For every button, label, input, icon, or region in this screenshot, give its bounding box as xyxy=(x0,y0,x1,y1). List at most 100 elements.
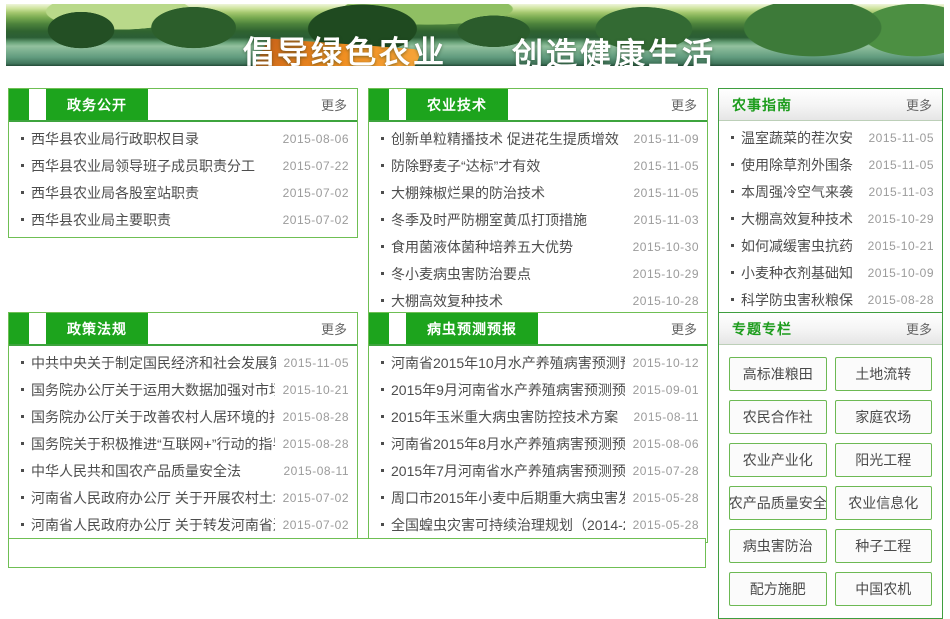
list-item[interactable]: 如何减缓害虫抗药 2015-10-21 xyxy=(729,232,934,259)
bullet-icon xyxy=(381,164,384,167)
topic-button[interactable]: 阳光工程 xyxy=(835,443,933,477)
list-item[interactable]: 大棚辣椒烂果的防治技术 2015-11-05 xyxy=(379,179,699,206)
list-item[interactable]: 食用菌液体菌种培养五大优势 2015-10-30 xyxy=(379,233,699,260)
more-link-gov-info[interactable]: 更多 xyxy=(321,95,357,114)
article-link[interactable]: 河南省2015年10月水产养殖病害预测预报 xyxy=(391,353,625,373)
list-item[interactable]: 河南省2015年8月水产养殖病害预测预报 2015-08-06 xyxy=(379,430,699,457)
more-link-pest-forecast[interactable]: 更多 xyxy=(671,319,707,338)
topic-button[interactable]: 农业信息化 xyxy=(835,486,933,520)
topic-button[interactable]: 土地流转 xyxy=(835,357,933,391)
article-link[interactable]: 国务院关于积极推进“互联网+”行动的指导 xyxy=(31,434,275,454)
article-link[interactable]: 中华人民共和国农产品质量安全法 xyxy=(31,461,276,481)
corner-notch xyxy=(369,313,389,344)
article-link[interactable]: 科学防虫害秋粮保 xyxy=(741,290,860,310)
article-list: 温室蔬菜的茬次安 2015-11-05 使用除草剂外围条 2015-11-05 … xyxy=(719,121,942,317)
article-link[interactable]: 国务院办公厅关于改善农村人居环境的指导 xyxy=(31,407,275,427)
bullet-icon xyxy=(731,163,734,166)
article-link[interactable]: 西华县农业局各股室站职责 xyxy=(31,183,275,203)
topic-button[interactable]: 家庭农场 xyxy=(835,400,933,434)
topic-button[interactable]: 高标准粮田 xyxy=(729,357,827,391)
list-item[interactable]: 2015年9月河南省水产养殖病害预测预报 2015-09-01 xyxy=(379,376,699,403)
list-item[interactable]: 创新单粒精播技术 促进花生提质增效 2015-11-09 xyxy=(379,125,699,152)
more-link-farming-guide[interactable]: 更多 xyxy=(906,95,942,114)
article-link[interactable]: 周口市2015年小麦中后期重大病虫害发生趋 xyxy=(391,488,625,508)
article-link[interactable]: 2015年9月河南省水产养殖病害预测预报 xyxy=(391,380,625,400)
article-date: 2015-11-03 xyxy=(626,213,700,227)
article-link[interactable]: 如何减缓害虫抗药 xyxy=(741,236,860,256)
article-link[interactable]: 大棚高效复种技术 xyxy=(391,291,625,311)
article-link[interactable]: 河南省人民政府办公厅 关于开展农村土地承 xyxy=(31,488,275,508)
panel-title-farming-guide: 农事指南 xyxy=(719,95,792,115)
list-item[interactable]: 本周强冷空气来袭 2015-11-03 xyxy=(729,178,934,205)
list-item[interactable]: 中华人民共和国农产品质量安全法 2015-08-11 xyxy=(19,457,349,484)
article-date: 2015-10-29 xyxy=(625,267,699,281)
article-link[interactable]: 冬季及时严防棚室黄瓜打顶措施 xyxy=(391,210,626,230)
article-date: 2015-10-28 xyxy=(625,294,699,308)
list-item[interactable]: 西华县农业局行政职权目录 2015-08-06 xyxy=(19,125,349,152)
list-item[interactable]: 西华县农业局主要职责 2015-07-02 xyxy=(19,206,349,233)
article-link[interactable]: 西华县农业局主要职责 xyxy=(31,210,275,230)
list-item[interactable]: 2015年7月河南省水产养殖病害预测预报 2015-07-28 xyxy=(379,457,699,484)
article-link[interactable]: 使用除草剂外围条 xyxy=(741,155,861,175)
list-item[interactable]: 大棚高效复种技术 2015-10-29 xyxy=(729,205,934,232)
partial-bottom-panel xyxy=(8,538,706,568)
bullet-icon xyxy=(21,469,24,472)
list-item[interactable]: 冬小麦病虫害防治要点 2015-10-29 xyxy=(379,260,699,287)
article-link[interactable]: 创新单粒精播技术 促进花生提质增效 xyxy=(391,129,626,149)
article-link[interactable]: 河南省人民政府办公厅 关于转发河南省进一 xyxy=(31,515,275,535)
article-link[interactable]: 西华县农业局行政职权目录 xyxy=(31,129,275,149)
article-link[interactable]: 2015年7月河南省水产养殖病害预测预报 xyxy=(391,461,625,481)
list-item[interactable]: 西华县农业局领导班子成员职责分工 2015-07-22 xyxy=(19,152,349,179)
list-item[interactable]: 使用除草剂外围条 2015-11-05 xyxy=(729,151,934,178)
article-link[interactable]: 中共中央关于制定国民经济和社会发展第十 xyxy=(31,353,276,373)
article-link[interactable]: 西华县农业局领导班子成员职责分工 xyxy=(31,156,275,176)
topic-button[interactable]: 病虫害防治 xyxy=(729,529,827,563)
article-link[interactable]: 冬小麦病虫害防治要点 xyxy=(391,264,625,284)
article-link[interactable]: 大棚辣椒烂果的防治技术 xyxy=(391,183,626,203)
list-item[interactable]: 周口市2015年小麦中后期重大病虫害发生趋 2015-05-28 xyxy=(379,484,699,511)
list-item[interactable]: 温室蔬菜的茬次安 2015-11-05 xyxy=(729,124,934,151)
list-item[interactable]: 科学防虫害秋粮保 2015-08-28 xyxy=(729,286,934,313)
list-item[interactable]: 国务院办公厅关于运用大数据加强对市场主 2015-10-21 xyxy=(19,376,349,403)
list-item[interactable]: 国务院办公厅关于改善农村人居环境的指导 2015-08-28 xyxy=(19,403,349,430)
topic-button[interactable]: 种子工程 xyxy=(835,529,933,563)
article-link[interactable]: 食用菌液体菌种培养五大优势 xyxy=(391,237,625,257)
list-item[interactable]: 小麦种衣剂基础知 2015-10-09 xyxy=(729,259,934,286)
topic-button[interactable]: 农民合作社 xyxy=(729,400,827,434)
more-link-ag-tech[interactable]: 更多 xyxy=(671,95,707,114)
article-date: 2015-11-05 xyxy=(276,356,350,370)
list-item[interactable]: 河南省2015年10月水产养殖病害预测预报 2015-10-12 xyxy=(379,349,699,376)
list-item[interactable]: 防除野麦子“达标”才有效 2015-11-05 xyxy=(379,152,699,179)
more-link-policy[interactable]: 更多 xyxy=(321,319,357,338)
topic-button[interactable]: 中国农机 xyxy=(835,572,933,606)
article-link[interactable]: 本周强冷空气来袭 xyxy=(741,182,861,202)
list-item[interactable]: 国务院关于积极推进“互联网+”行动的指导 2015-08-28 xyxy=(19,430,349,457)
article-link[interactable]: 全国蝗虫灾害可持续治理规划（2014-2020年 xyxy=(391,515,625,535)
list-item[interactable]: 河南省人民政府办公厅 关于转发河南省进一 2015-07-02 xyxy=(19,511,349,538)
topic-button[interactable]: 农业产业化 xyxy=(729,443,827,477)
list-item[interactable]: 全国蝗虫灾害可持续治理规划（2014-2020年 2015-05-28 xyxy=(379,511,699,538)
article-date: 2015-10-21 xyxy=(275,383,349,397)
article-date: 2015-07-02 xyxy=(275,518,349,532)
article-link[interactable]: 河南省2015年8月水产养殖病害预测预报 xyxy=(391,434,625,454)
bullet-icon xyxy=(381,191,384,194)
article-link[interactable]: 温室蔬菜的茬次安 xyxy=(741,128,861,148)
article-link[interactable]: 2015年玉米重大病虫害防控技术方案 xyxy=(391,407,626,427)
article-link[interactable]: 大棚高效复种技术 xyxy=(741,209,860,229)
more-link-topics[interactable]: 更多 xyxy=(906,319,942,338)
list-item[interactable]: 冬季及时严防棚室黄瓜打顶措施 2015-11-03 xyxy=(379,206,699,233)
article-link[interactable]: 国务院办公厅关于运用大数据加强对市场主 xyxy=(31,380,275,400)
list-item[interactable]: 西华县农业局各股室站职责 2015-07-02 xyxy=(19,179,349,206)
panel-title-gov-info: 政务公开 xyxy=(46,89,148,120)
topic-button[interactable]: 配方施肥 xyxy=(729,572,827,606)
article-link[interactable]: 防除野麦子“达标”才有效 xyxy=(391,156,626,176)
article-link[interactable]: 小麦种衣剂基础知 xyxy=(741,263,860,283)
topic-button[interactable]: 农产品质量安全 xyxy=(729,486,827,520)
panel-header: 病虫预测预报 更多 xyxy=(369,313,707,346)
list-item[interactable]: 2015年玉米重大病虫害防控技术方案 2015-08-11 xyxy=(379,403,699,430)
list-item[interactable]: 大棚高效复种技术 2015-10-28 xyxy=(379,287,699,314)
list-item[interactable]: 河南省人民政府办公厅 关于开展农村土地承 2015-07-02 xyxy=(19,484,349,511)
list-item[interactable]: 中共中央关于制定国民经济和社会发展第十 2015-11-05 xyxy=(19,349,349,376)
bullet-icon xyxy=(381,218,384,221)
article-date: 2015-11-09 xyxy=(626,132,700,146)
